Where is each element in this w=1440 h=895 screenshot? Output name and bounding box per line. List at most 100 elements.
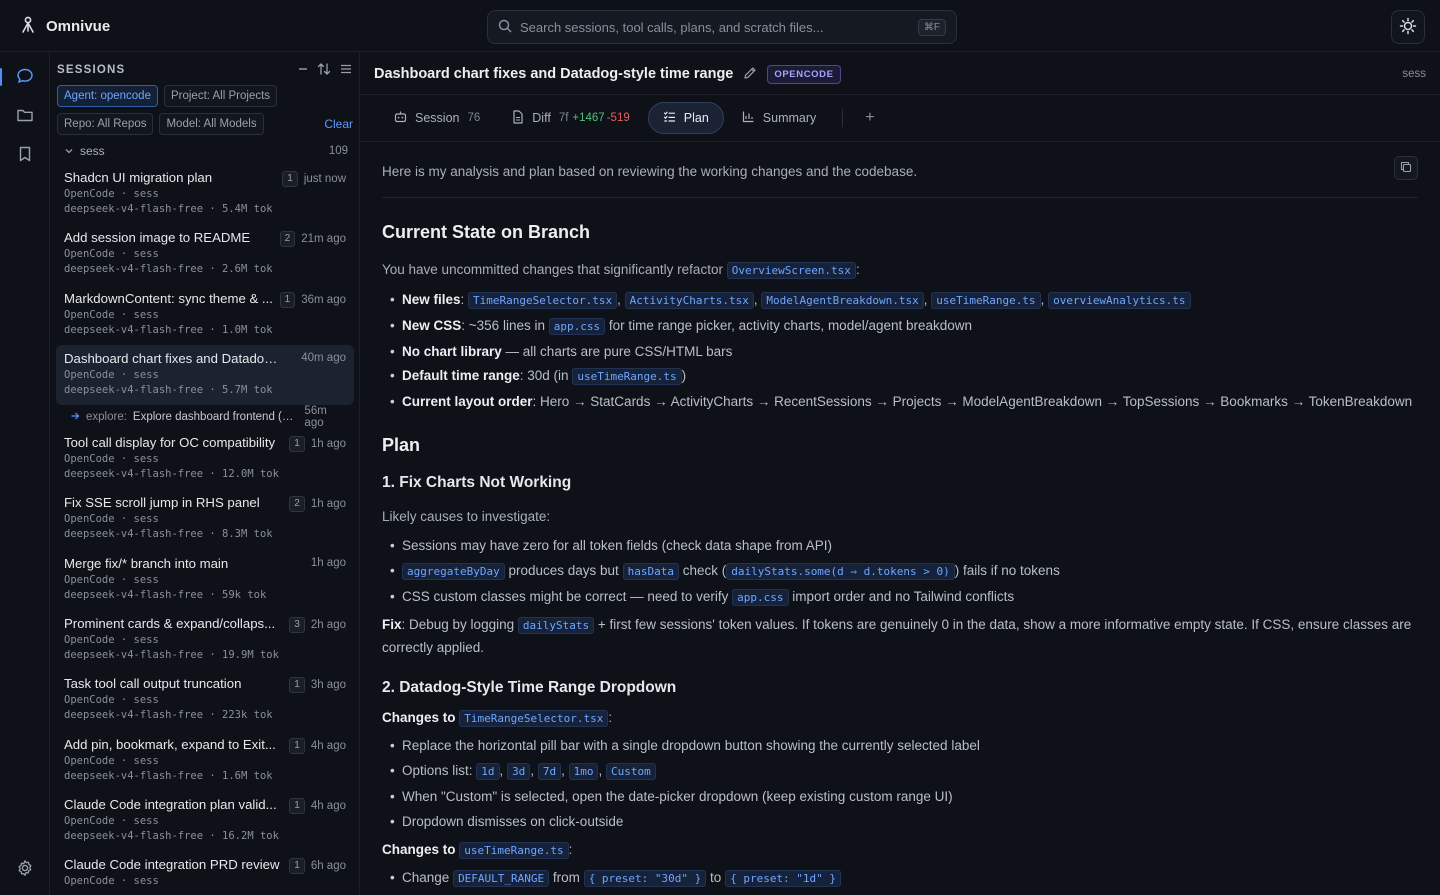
tab-summary[interactable]: Summary <box>728 103 830 133</box>
inline-code: app.css <box>732 588 789 606</box>
gear-icon <box>16 859 34 880</box>
edit-title-button[interactable] <box>743 66 757 83</box>
session-source: OpenCode · sess <box>64 453 159 466</box>
session-item[interactable]: Claude Code integration plan valid... 14… <box>56 791 354 851</box>
copy-icon <box>1400 161 1412 176</box>
session-item[interactable]: Add pin, bookmark, expand to Exit... 1 4h… <box>56 731 354 791</box>
inline-code: Custom <box>605 763 656 781</box>
session-model: deepseek-v4-flash-free · 5.7M tok <box>64 383 273 396</box>
state-lead-text: You have uncommitted changes that signif… <box>382 262 723 277</box>
session-model: deepseek-v4-flash-free · 12.0M tok <box>64 468 279 481</box>
inline-code: useTimeRange.ts <box>931 292 1041 309</box>
session-item[interactable]: Shadcn UI migration plan 1 just now OpenC… <box>56 164 354 224</box>
session-list: Shadcn UI migration plan 1 just now OpenC… <box>56 164 354 895</box>
heading-current-state: Current State on Branch <box>382 222 591 242</box>
session-item[interactable]: Tool call display for OC compatibility 1… <box>56 429 354 489</box>
subagent-title: Explore dashboard frontend (@... <box>132 411 299 424</box>
tab-separator <box>842 109 844 127</box>
dropdown-changes-list: Replace the horizontal pill bar with a s… <box>382 734 1418 834</box>
inline-code: DEFAULT_RANGE <box>453 869 550 887</box>
session-count-badge: 2 <box>279 231 296 248</box>
bar-chart-icon <box>742 110 755 126</box>
session-item[interactable]: Task tool call output truncation 1 3h ago… <box>56 670 354 730</box>
nav-bookmarks-button[interactable] <box>8 138 42 172</box>
pencil-icon <box>743 66 757 83</box>
filter-agent-chip[interactable]: Agent: opencode <box>57 85 158 107</box>
session-item[interactable]: Fix SSE scroll jump in RHS panel 2 1h ago… <box>56 489 354 549</box>
session-item[interactable]: Claude Code integration PRD review 1 6h a… <box>56 851 354 895</box>
session-time: just now <box>303 173 346 185</box>
fix-label: Fix <box>382 617 402 633</box>
session-item[interactable]: Prominent cards & expand/collaps... 3 2h … <box>56 610 354 670</box>
heading-plan: Plan <box>382 434 421 455</box>
menu-lines-icon <box>339 64 353 79</box>
search-input[interactable] <box>520 19 910 35</box>
inline-code: 1mo <box>568 763 599 781</box>
heading-fix-charts: 1. Fix Charts Not Working <box>382 473 572 491</box>
brand[interactable]: Omnivue <box>20 16 110 37</box>
list-view-button[interactable] <box>339 62 353 79</box>
filter-project-chip[interactable]: Project: All Projects <box>163 85 278 107</box>
chevron-down-icon <box>64 146 74 156</box>
state-list: New files: TimeRangeSelector.tsx, Activi… <box>382 288 1418 415</box>
changes-heading-1: Changes to TimeRangeSelector.tsx: <box>382 707 1418 730</box>
tab-session-label: Session <box>415 111 460 125</box>
session-count-badge: 1 <box>289 677 305 694</box>
session-item[interactable]: MarkdownContent: sync theme & ... 1 36m a… <box>56 285 354 345</box>
subagent-item[interactable]: explore: Explore dashboard frontend (@..… <box>56 405 354 429</box>
session-title: Task tool call output truncation <box>64 676 242 692</box>
session-time: 40m ago <box>301 351 346 364</box>
nav-sessions-button[interactable] <box>0 60 42 94</box>
filter-repo-chip[interactable]: Repo: All Repos <box>57 113 154 135</box>
session-item[interactable]: Merge fix/* branch into main 1h ago Open… <box>56 550 354 610</box>
settings-button[interactable] <box>8 852 42 886</box>
tab-plan[interactable]: Plan <box>647 102 724 134</box>
theme-toggle-button[interactable] <box>1391 10 1425 44</box>
tab-diff-removed: -519 <box>606 112 630 124</box>
session-title-heading: Dashboard chart fixes and Datadog-style … <box>374 66 734 82</box>
search-bar[interactable]: ⌘F <box>487 10 957 44</box>
list-item: Replace the horizontal pill bar with a s… <box>390 734 1418 759</box>
cause2-text-a: produces days but <box>508 562 619 578</box>
nav-projects-button[interactable] <box>8 99 42 133</box>
list-item: Dropdown dismisses on click-outside <box>390 810 1418 835</box>
tab-diff[interactable]: Diff 7f +1467 -519 <box>498 103 643 134</box>
session-title: MarkdownContent: sync theme & ... <box>64 290 273 306</box>
inline-code: { preset: "30d" } <box>583 869 707 887</box>
inline-code: 3d <box>507 763 531 781</box>
change-text-b: from <box>552 869 580 885</box>
session-count-badge: 1 <box>279 291 296 308</box>
change-text-c: to <box>710 869 722 885</box>
search-shortcut: ⌘F <box>917 18 946 36</box>
no-chart-label: No chart library <box>402 343 502 359</box>
collapse-all-button[interactable] <box>297 63 309 78</box>
tab-session[interactable]: Session 76 <box>380 103 494 133</box>
layout-text: : Hero → StatCards → ActivityCharts → Re… <box>532 394 1413 410</box>
list-item: New CSS: ~356 lines in app.css for time … <box>390 314 1418 340</box>
session-group-header[interactable]: sess 109 <box>64 144 348 158</box>
inline-code: dailyStats.some(d ⇒ d.tokens > 0) <box>726 562 955 580</box>
session-time: 21m ago <box>301 233 346 246</box>
inline-code: app.css <box>548 317 606 335</box>
session-source: OpenCode · sess <box>64 694 159 707</box>
session-item[interactable]: Add session image to README 2 21m ago Ope… <box>56 224 354 284</box>
folder-icon <box>16 106 34 127</box>
session-project-label: sess <box>1402 68 1426 80</box>
inline-code: hasData <box>622 562 679 580</box>
session-item-selected[interactable]: Dashboard chart fixes and Datadog-... 40… <box>56 344 354 406</box>
copy-button[interactable] <box>1394 156 1418 180</box>
session-model: deepseek-v4-flash-free · 59k tok <box>64 588 267 601</box>
arrow-right-icon <box>70 411 80 424</box>
changes-label: Changes to <box>382 710 456 726</box>
filter-model-chip[interactable]: Model: All Models <box>159 113 264 135</box>
add-tab-button[interactable]: + <box>855 109 884 127</box>
sort-arrows-icon <box>317 62 331 79</box>
inline-code: 1d <box>476 763 500 781</box>
session-time: 3h ago <box>310 679 346 692</box>
session-source: OpenCode · sess <box>64 573 159 586</box>
session-time: 1h ago <box>310 498 346 511</box>
clear-filters-link[interactable]: Clear <box>324 117 353 131</box>
session-source: OpenCode · sess <box>64 308 159 321</box>
session-time: 2h ago <box>310 619 346 632</box>
sort-button[interactable] <box>317 62 331 79</box>
